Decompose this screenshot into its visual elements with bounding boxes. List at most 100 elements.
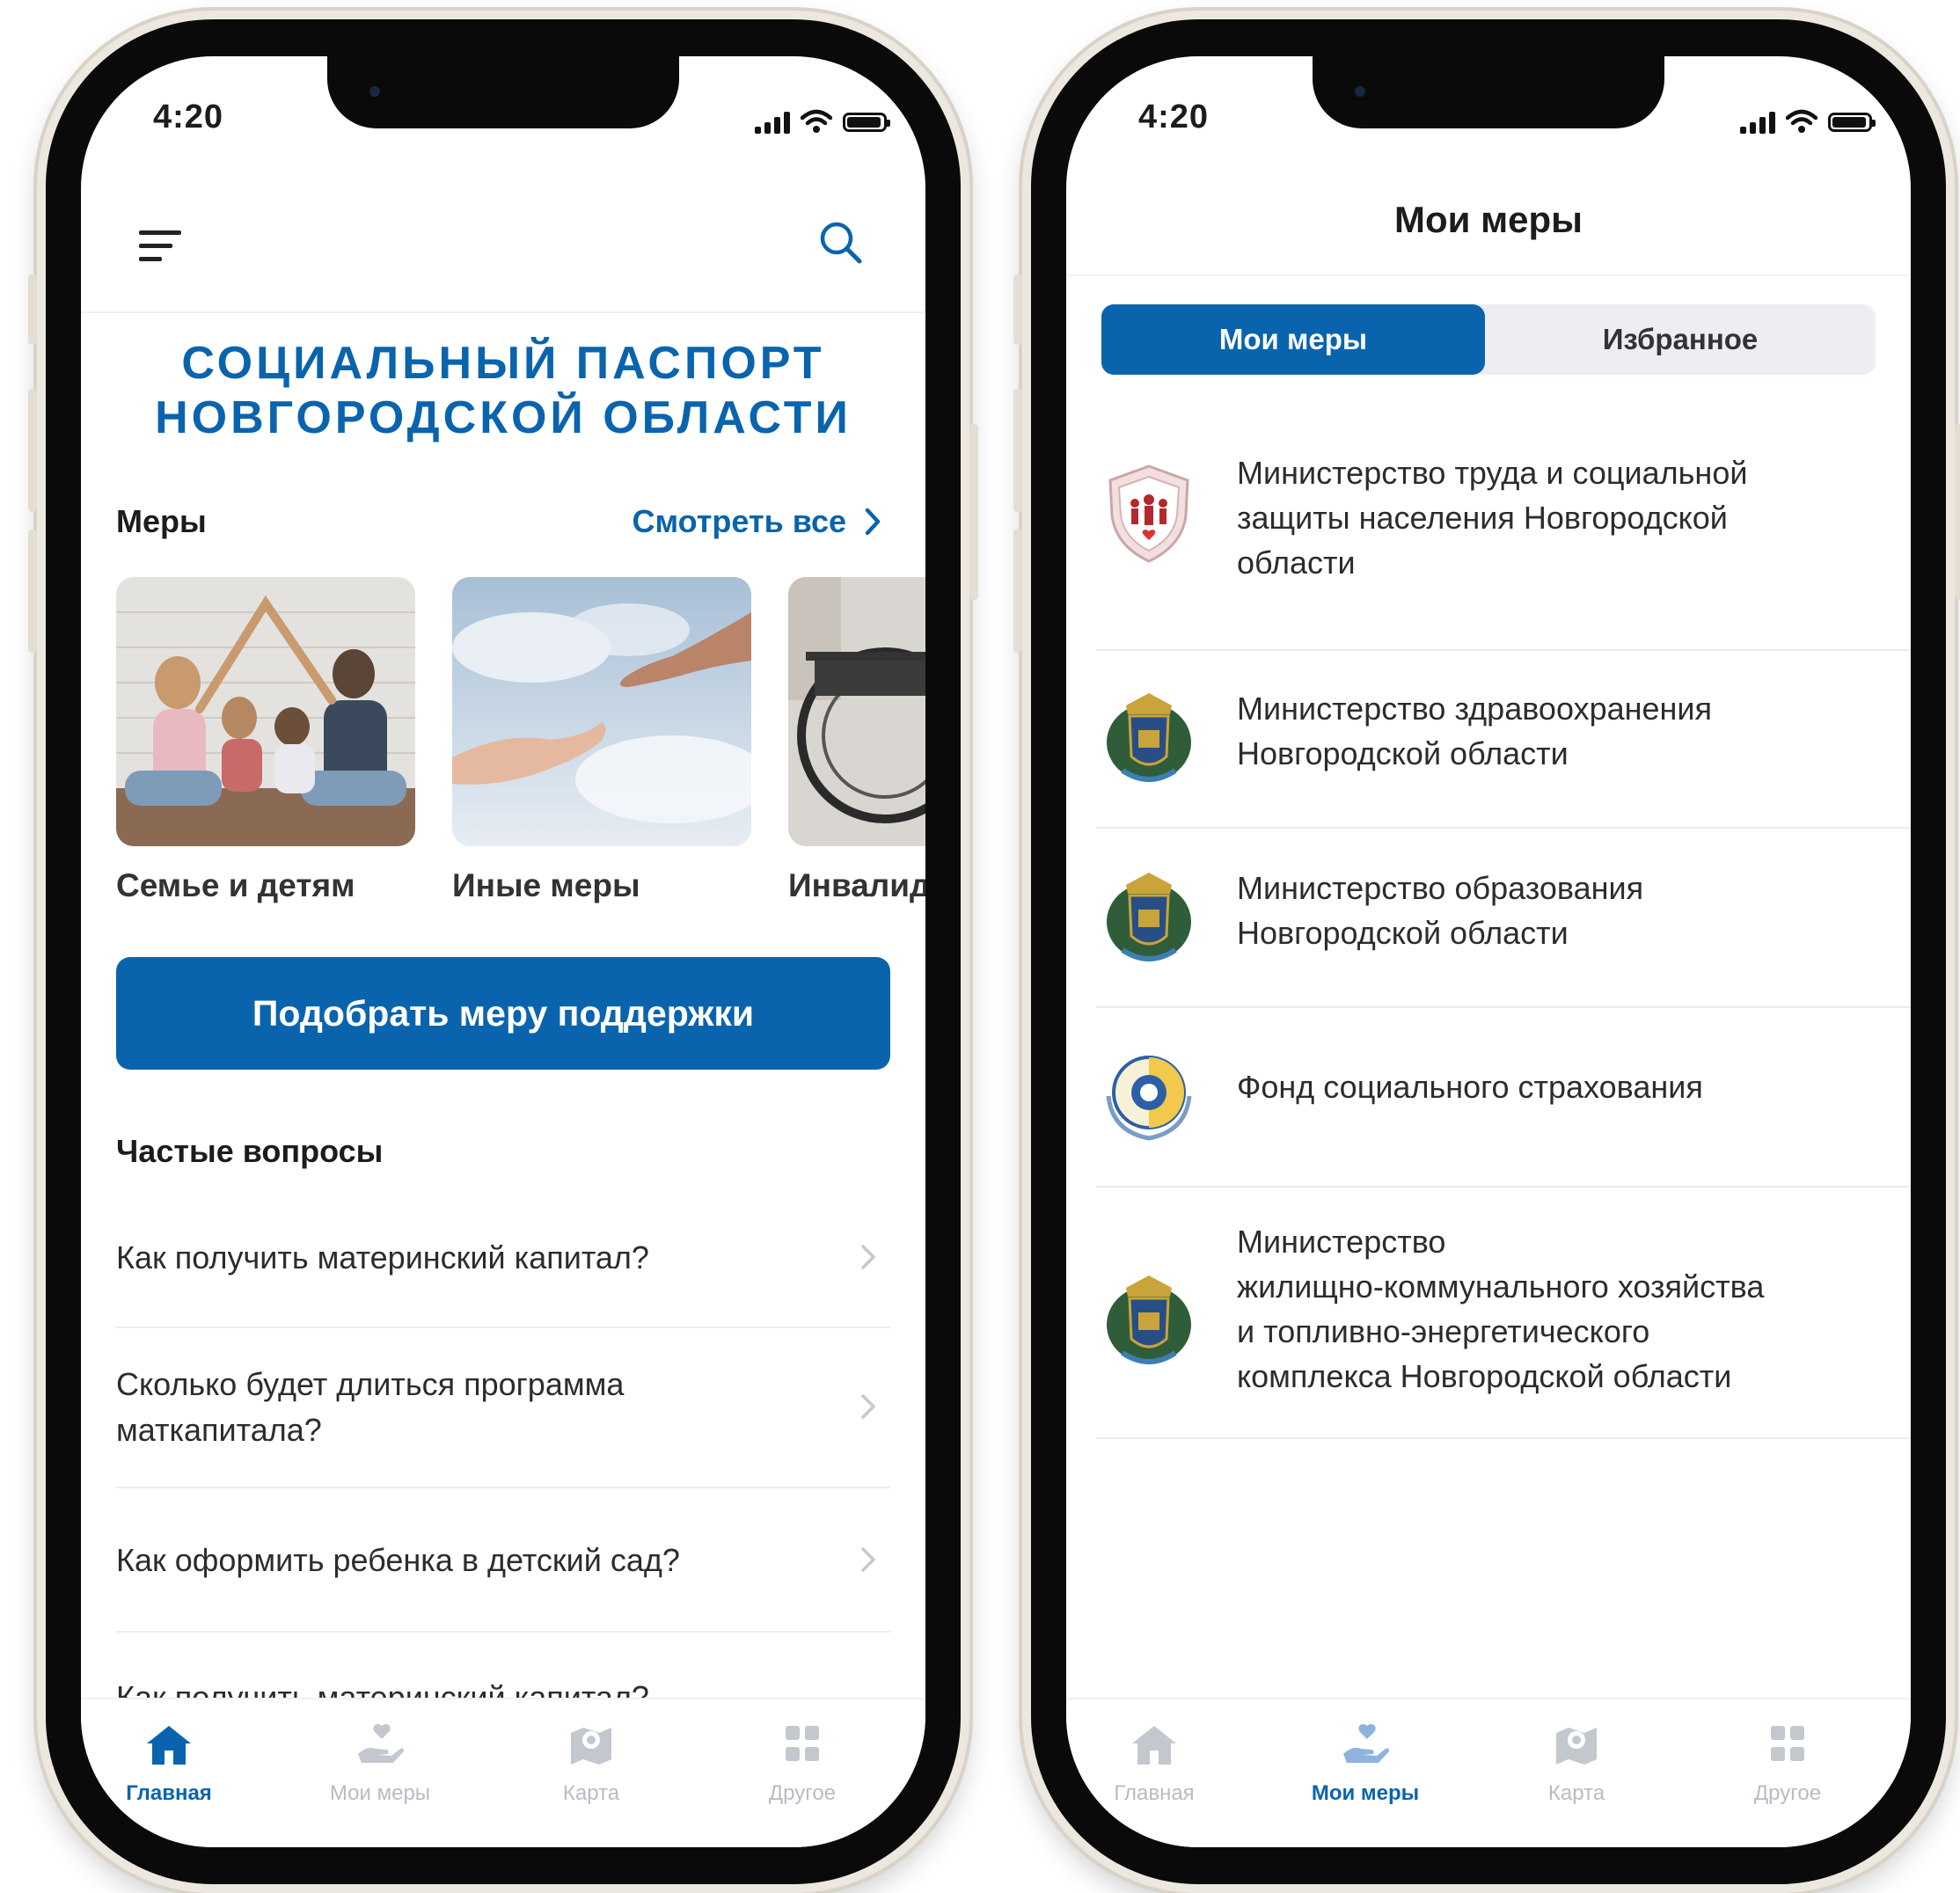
org-name-line: Новгородской области: [1237, 735, 1569, 771]
tab-home[interactable]: Главная: [90, 1722, 248, 1806]
org-name-line: жилищно-коммунального хозяйства: [1237, 1268, 1765, 1305]
status-icons: [755, 102, 890, 134]
battery-icon: [1828, 113, 1876, 132]
category-card-disability[interactable]: Инвалид: [788, 577, 925, 904]
tab-other[interactable]: Другое: [723, 1722, 881, 1806]
tab-home[interactable]: Главная: [1075, 1722, 1233, 1806]
volume-up-button: [1013, 389, 1022, 512]
header-divider: [81, 311, 925, 313]
faq-question: Как оформить ребенка в детский сад?: [116, 1542, 680, 1578]
search-icon[interactable]: [818, 220, 864, 266]
hand-heart-icon: [358, 1723, 404, 1763]
home-screen: 4:20 СОЦИАЛЬНЫЙ ПАСПОРТ НОВГОРОДСКОЙ ОБЛ…: [81, 56, 925, 1847]
my-measures-screen: 4:20 Мои меры Мои меры Избранное Министе…: [1066, 56, 1911, 1847]
tab-map[interactable]: Карта: [512, 1722, 670, 1806]
measures-section-title: Меры: [116, 503, 207, 539]
org-item-housing-ministry[interactable]: Министерство жилищно-коммунального хозяй…: [1096, 1188, 1911, 1434]
helping-hands-photo: [452, 577, 751, 846]
category-label: Семье и детям: [116, 867, 355, 903]
status-time: 4:20: [153, 99, 224, 135]
status-time: 4:20: [1138, 99, 1210, 135]
map-icon: [1556, 1728, 1597, 1765]
screen-title: Мои меры: [1393, 199, 1583, 240]
category-card-other[interactable]: Иные меры: [452, 577, 751, 904]
header-divider: [1066, 274, 1911, 276]
menu-icon[interactable]: [139, 229, 183, 264]
org-name-line: Новгородской области: [1237, 915, 1569, 951]
org-item-health-ministry[interactable]: Министерство здравоохранения Новгородско…: [1096, 651, 1911, 827]
home-icon: [1132, 1726, 1176, 1765]
cellular-signal-icon: [755, 111, 790, 134]
org-item-labor-ministry[interactable]: Министерство труда и социальной защиты н…: [1096, 438, 1911, 614]
front-camera: [1355, 86, 1365, 97]
tab-label: Другое: [1753, 1781, 1822, 1805]
tab-label: Главная: [1114, 1781, 1195, 1805]
phone-frame-home: 4:20 СОЦИАЛЬНЫЙ ПАСПОРТ НОВГОРОДСКОЙ ОБЛ…: [28, 11, 978, 1893]
hand-heart-icon: [1343, 1723, 1389, 1763]
see-all-link[interactable]: Смотреть все: [633, 503, 881, 540]
front-camera: [369, 86, 380, 97]
family-photo: [116, 577, 415, 846]
category-label: Иные меры: [452, 867, 640, 903]
org-name-line: комплекса Новгородской области: [1237, 1358, 1732, 1394]
faq-question-line-2: маткапитала?: [116, 1412, 322, 1448]
faq-item[interactable]: Как получить материнский капитал?: [116, 1235, 890, 1281]
find-support-button[interactable]: Подобрать меру поддержки: [116, 957, 890, 1070]
org-name: Министерство образования Новгородской об…: [1237, 866, 1876, 955]
org-name-line: Министерство труда и социальной: [1237, 455, 1748, 491]
faq-item[interactable]: Как оформить ребенка в детский сад?: [116, 1538, 890, 1583]
tab-label: Другое: [768, 1781, 837, 1805]
wifi-icon: [801, 109, 832, 133]
segment-favorites[interactable]: Избранное: [1485, 304, 1876, 375]
chevron-right-icon: [861, 1547, 875, 1572]
home-icon: [147, 1726, 191, 1765]
tab-other[interactable]: Другое: [1708, 1722, 1867, 1806]
tab-my-measures[interactable]: Мои меры: [301, 1722, 459, 1806]
faq-section-title: Частые вопросы: [116, 1133, 384, 1169]
category-label: Инвалид: [788, 867, 925, 903]
labor-ministry-emblem-icon: [1108, 464, 1189, 563]
faq-question: Как получить материнский капитал?: [116, 1239, 649, 1275]
org-name-line: Фонд социального страхования: [1237, 1069, 1703, 1105]
tab-label: Карта: [1547, 1781, 1605, 1805]
volume-down-button: [1013, 530, 1022, 653]
tab-map[interactable]: Карта: [1497, 1722, 1656, 1806]
volume-up-button: [28, 389, 37, 512]
power-button: [1955, 424, 1960, 600]
notch: [1313, 56, 1664, 128]
org-name: Министерство труда и социальной защиты н…: [1237, 450, 1876, 585]
notch: [327, 56, 679, 128]
org-item-education-ministry[interactable]: Министерство образования Новгородской об…: [1096, 829, 1911, 1005]
tab-bar: Главная Мои меры Карта Другое: [81, 1698, 925, 1847]
see-all-label: Смотреть все: [632, 503, 846, 539]
grid-icon: [786, 1726, 819, 1761]
tab-label: Мои меры: [1311, 1781, 1420, 1805]
segment-my-measures[interactable]: Мои меры: [1101, 304, 1485, 375]
novgorod-coat-of-arms-icon: [1107, 693, 1191, 782]
app-title: СОЦИАЛЬНЫЙ ПАСПОРТ НОВГОРОДСКОЙ ОБЛАСТИ: [81, 336, 925, 445]
org-name-line: Министерство здравоохранения: [1237, 691, 1712, 727]
faq-item[interactable]: Сколько будет длиться программа маткапит…: [116, 1362, 890, 1453]
category-card-family[interactable]: Семье и детям: [116, 577, 415, 904]
tab-label: Главная: [126, 1781, 212, 1805]
chevron-right-icon: [861, 1394, 875, 1419]
org-name-line: и топливно-энергетического: [1237, 1313, 1650, 1349]
mute-switch: [28, 274, 37, 345]
org-name: Министерство здравоохранения Новгородско…: [1237, 686, 1876, 776]
tab-my-measures[interactable]: Мои меры: [1286, 1722, 1444, 1806]
fss-emblem-icon: [1106, 1056, 1192, 1141]
faq-divider: [116, 1487, 890, 1488]
grid-icon: [1771, 1726, 1804, 1761]
chevron-right-icon: [865, 508, 881, 536]
power-button: [969, 424, 978, 600]
org-name-line: Министерство: [1237, 1224, 1446, 1260]
faq-divider: [116, 1327, 890, 1328]
tab-label: Мои меры: [329, 1781, 431, 1805]
app-title-line-2: НОВГОРОДСКОЙ ОБЛАСТИ: [155, 392, 852, 443]
novgorod-coat-of-arms-icon: [1107, 1275, 1191, 1364]
faq-divider: [116, 1631, 890, 1633]
status-icons: [1740, 102, 1876, 134]
org-item-social-insurance-fund[interactable]: Фонд социального страхования: [1096, 1008, 1911, 1184]
app-title-line-1: СОЦИАЛЬНЫЙ ПАСПОРТ: [181, 338, 825, 389]
org-divider: [1096, 1437, 1911, 1439]
